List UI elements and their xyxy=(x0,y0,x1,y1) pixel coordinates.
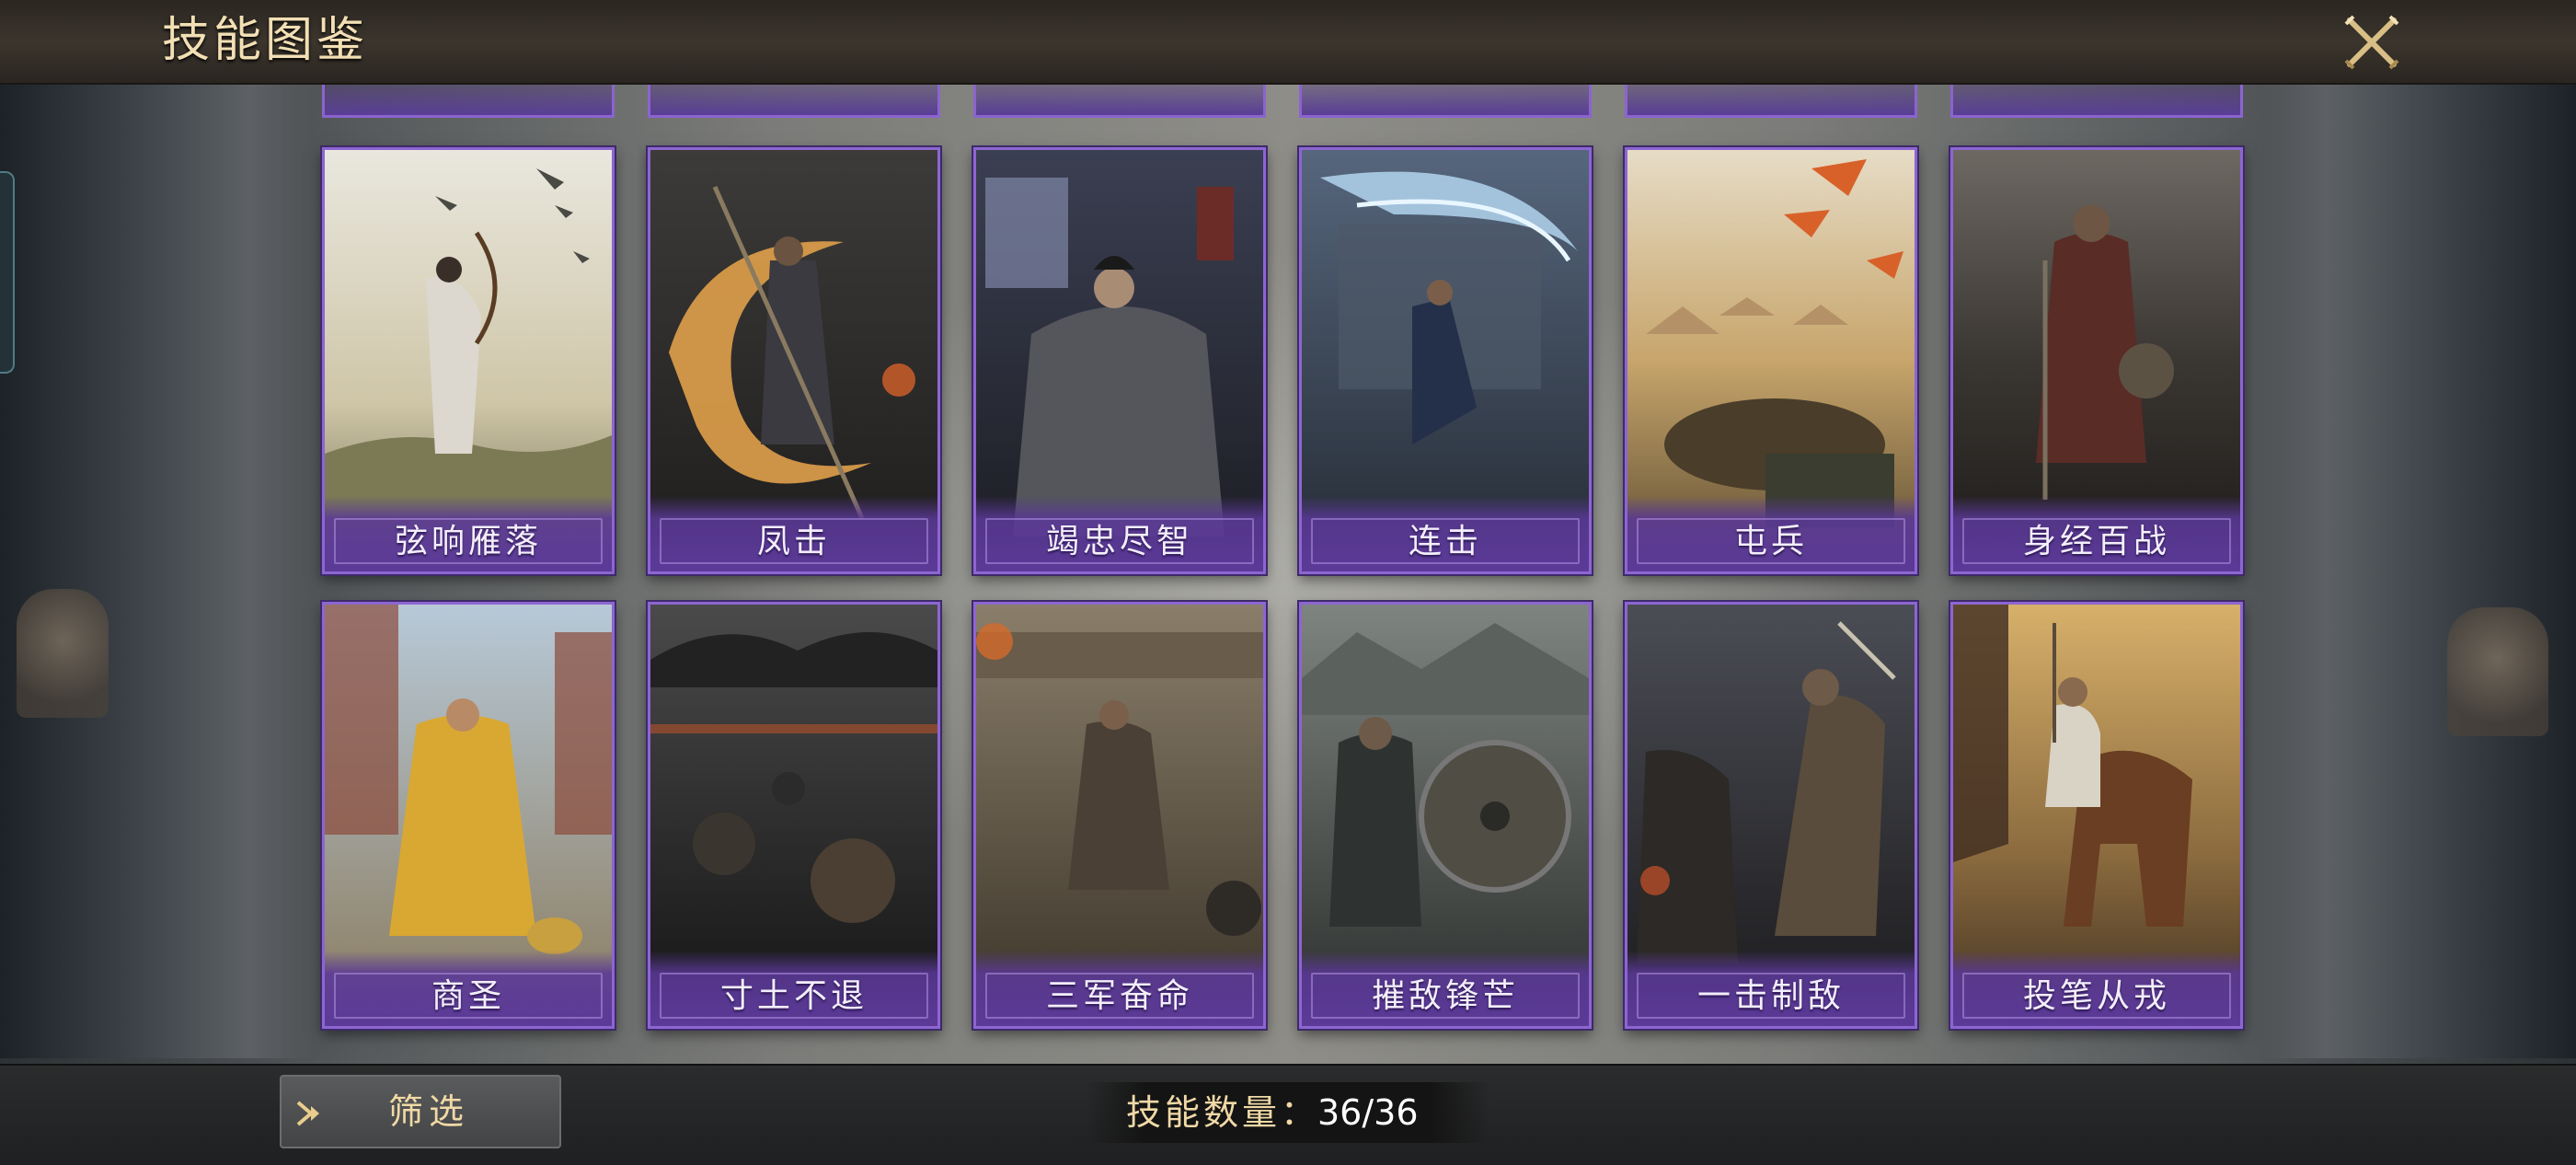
chevron-right-icon xyxy=(296,1101,319,1126)
skill-card[interactable]: 连击 xyxy=(1299,147,1592,574)
partial-card[interactable] xyxy=(973,85,1266,118)
skill-name: 竭忠尽智 xyxy=(1045,523,1193,560)
close-button[interactable] xyxy=(2337,7,2407,77)
skill-card[interactable]: 凤击 xyxy=(648,147,940,574)
partial-card[interactable] xyxy=(1299,85,1592,118)
skill-card[interactable]: 一击制敌 xyxy=(1625,602,1917,1029)
crossed-swords-close-icon xyxy=(2344,15,2399,70)
skill-name: 摧敌锋芒 xyxy=(1371,977,1519,1015)
skill-count-label: 技能数量： xyxy=(1126,1092,1320,1133)
page-title: 技能图鉴 xyxy=(162,13,369,68)
skill-card[interactable]: 摧敌锋芒 xyxy=(1299,602,1592,1029)
skill-card[interactable]: 商圣 xyxy=(322,602,615,1029)
skill-name: 投笔从戎 xyxy=(2022,977,2170,1015)
skill-name: 一击制敌 xyxy=(1696,977,1845,1015)
skill-name: 连击 xyxy=(1408,523,1482,560)
skill-card[interactable]: 投笔从戎 xyxy=(1950,602,2243,1029)
skill-count: 技能数量： 36/36 xyxy=(1086,1082,1490,1143)
skill-name: 商圣 xyxy=(431,977,505,1015)
partial-card[interactable] xyxy=(1625,85,1917,118)
skill-card[interactable]: 屯兵 xyxy=(1625,147,1917,574)
skill-card[interactable]: 弦响雁落 xyxy=(322,147,615,574)
skill-name: 屯兵 xyxy=(1733,523,1808,560)
skill-name: 凤击 xyxy=(756,523,831,560)
filter-label: 筛选 xyxy=(388,1091,470,1132)
skill-card[interactable]: 身经百战 xyxy=(1950,147,2243,574)
skill-name: 弦响雁落 xyxy=(394,523,542,560)
header-bar: 技能图鉴 xyxy=(0,0,2576,85)
skill-card[interactable]: 三军奋命 xyxy=(973,602,1266,1029)
partial-card[interactable] xyxy=(648,85,940,118)
skill-name: 寸土不退 xyxy=(719,977,868,1015)
skill-name: 身经百战 xyxy=(2022,523,2170,560)
partial-card[interactable] xyxy=(322,85,615,118)
skill-count-value: 36/36 xyxy=(1317,1092,1419,1133)
skill-name: 三军奋命 xyxy=(1045,977,1193,1015)
filter-button[interactable]: 筛选 xyxy=(280,1075,561,1148)
skill-card[interactable]: 竭忠尽智 xyxy=(973,147,1266,574)
skill-card[interactable]: 寸土不退 xyxy=(648,602,940,1029)
skill-grid: 弦响雁落 凤击 竭忠尽智 连击 屯兵 身经百战 商圣 寸土不退 三军奋命 摧敌锋… xyxy=(0,85,2576,1060)
partial-card[interactable] xyxy=(1950,85,2243,118)
